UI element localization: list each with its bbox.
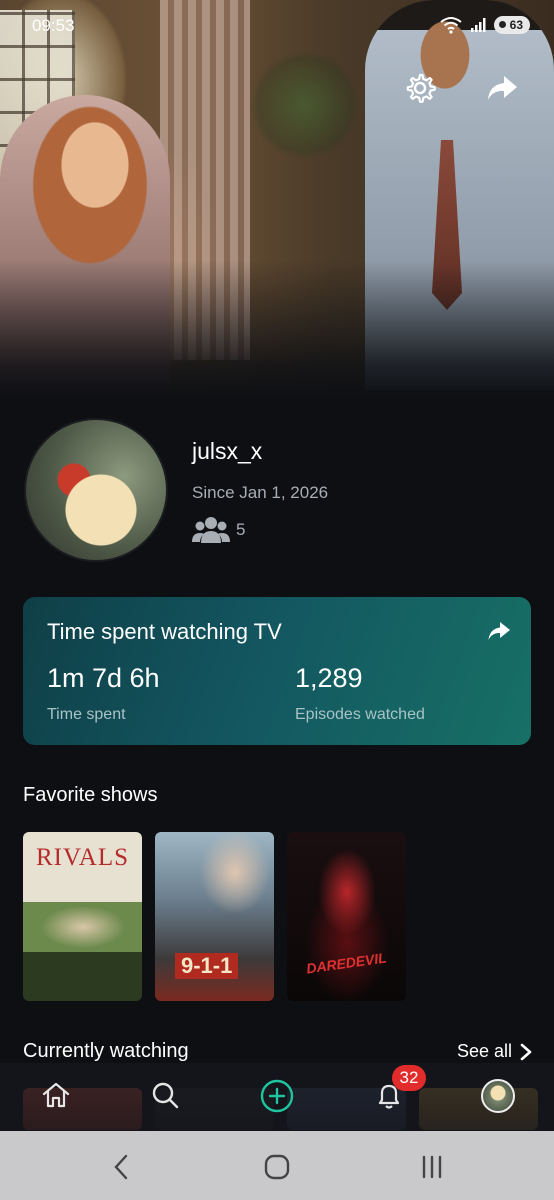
episodes-value: 1,289 <box>295 663 363 693</box>
stat-time-spent: 1m 7d 6h Time spent <box>47 663 160 724</box>
bottom-navigation <box>0 1063 554 1131</box>
share-arrow-icon <box>488 76 517 100</box>
status-icons: 63 <box>440 16 530 34</box>
see-all-link[interactable]: See all <box>457 1041 532 1062</box>
time-spent-value: 1m 7d 6h <box>47 663 160 693</box>
system-navigation-bar <box>0 1131 554 1200</box>
stats-card-title: Time spent watching TV <box>47 619 282 644</box>
share-stats-icon[interactable] <box>487 619 511 643</box>
profile-avatar[interactable] <box>24 418 168 562</box>
nav-profile-avatar[interactable] <box>481 1079 515 1113</box>
poster-911[interactable]: 9-1-1 <box>155 832 274 1001</box>
settings-button[interactable] <box>402 70 438 106</box>
friends-count-value: 5 <box>236 520 246 539</box>
poster-daredevil[interactable]: DAREDEVIL <box>287 832 406 1001</box>
nav-home[interactable] <box>40 1079 72 1111</box>
users-icon <box>192 517 230 543</box>
add-icon <box>260 1079 294 1113</box>
home-icon <box>42 1082 70 1108</box>
hero-backdrop-image <box>0 0 554 400</box>
poster-title: DAREDEVIL <box>305 949 388 977</box>
username: julsx_x <box>192 438 263 464</box>
system-recents-button[interactable] <box>418 1153 446 1181</box>
see-all-label: See all <box>456 1041 512 1061</box>
notification-badge: 32 <box>392 1065 426 1091</box>
search-icon <box>152 1082 179 1109</box>
friends-count[interactable]: 5 <box>192 515 245 545</box>
wifi-icon <box>440 17 462 34</box>
poster-rivals[interactable]: RIVALS <box>23 832 142 1001</box>
hero-plant <box>250 50 360 160</box>
system-home-button[interactable] <box>263 1153 291 1181</box>
gear-icon <box>406 73 436 103</box>
nav-add[interactable] <box>260 1079 294 1113</box>
battery-indicator: 63 <box>493 16 530 34</box>
chevron-right-icon <box>520 1043 532 1060</box>
favorite-shows-title: Favorite shows <box>23 784 158 806</box>
time-spent-card[interactable]: Time spent watching TV 1m 7d 6h Time spe… <box>23 597 531 745</box>
signal-icon <box>470 18 486 32</box>
share-button[interactable] <box>484 70 520 106</box>
hero-person-left <box>0 95 170 395</box>
stat-episodes: 1,289 Episodes watched <box>295 663 425 724</box>
poster-title: 9-1-1 <box>175 953 239 979</box>
poster-title: RIVALS <box>35 844 130 871</box>
status-time: 09:53 <box>32 16 75 35</box>
member-since: Since Jan 1, 2026 <box>192 483 329 502</box>
home-square-icon <box>264 1154 290 1180</box>
nav-search[interactable] <box>149 1079 181 1111</box>
back-chevron-icon <box>114 1154 128 1180</box>
episodes-label: Episodes watched <box>295 706 425 723</box>
status-bar: 09:53 63 <box>0 0 554 56</box>
time-spent-label: Time spent <box>47 706 126 723</box>
hero-person-right <box>365 0 554 390</box>
recents-icon <box>422 1155 442 1179</box>
currently-watching-title: Currently watching <box>23 1040 189 1062</box>
system-back-button[interactable] <box>108 1153 136 1181</box>
